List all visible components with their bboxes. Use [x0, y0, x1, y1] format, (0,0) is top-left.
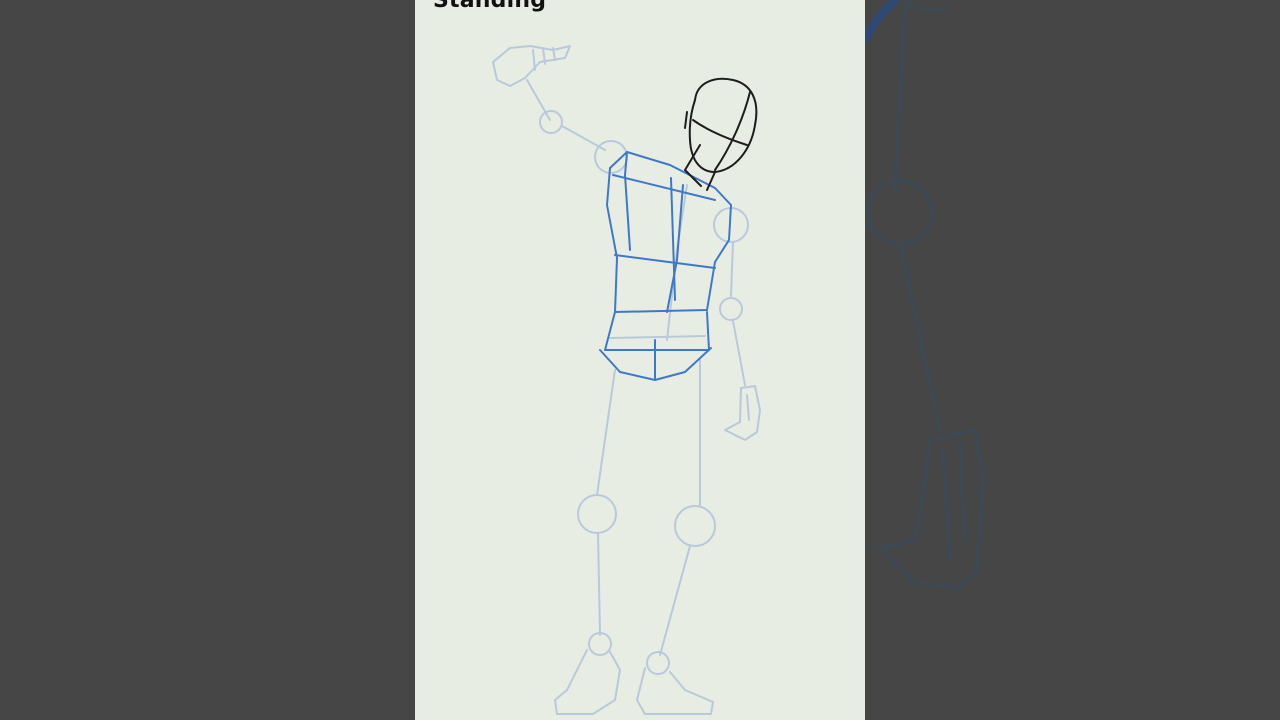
- left-shin: [597, 532, 601, 636]
- video-frame: Standing: [0, 0, 1280, 720]
- head-cross-vertical: [714, 91, 751, 171]
- blurred-figure: [865, 0, 985, 590]
- waist-box: [604, 311, 710, 351]
- right-upper-arm: [730, 241, 734, 297]
- right-knee-joint: [674, 505, 716, 547]
- chest-box-inner: [612, 151, 716, 301]
- construction-skeleton: [492, 45, 761, 715]
- figure-sketch: [492, 45, 761, 715]
- pelvis-shape: [599, 339, 712, 381]
- raised-hand-sketch: [492, 45, 571, 87]
- left-ankle-joint: [588, 632, 612, 656]
- blurred-background-left: [0, 0, 415, 720]
- hip-guide: [609, 335, 706, 339]
- right-foot-sketch: [636, 667, 714, 715]
- right-forearm: [732, 320, 746, 386]
- left-foot-sketch: [554, 649, 621, 715]
- right-hand-sketch: [724, 385, 761, 441]
- head-outline: [684, 77, 758, 191]
- blurred-background-right: [865, 0, 1280, 720]
- drawing-canvas: Standing: [415, 0, 865, 720]
- right-elbow-joint: [719, 297, 743, 321]
- raised-elbow-joint: [539, 110, 563, 134]
- torso-boxes: [599, 151, 732, 381]
- right-ankle-joint: [646, 651, 670, 675]
- raised-forearm: [526, 79, 551, 121]
- left-thigh: [596, 369, 616, 496]
- right-shin: [659, 545, 691, 656]
- left-knee-joint: [577, 494, 617, 534]
